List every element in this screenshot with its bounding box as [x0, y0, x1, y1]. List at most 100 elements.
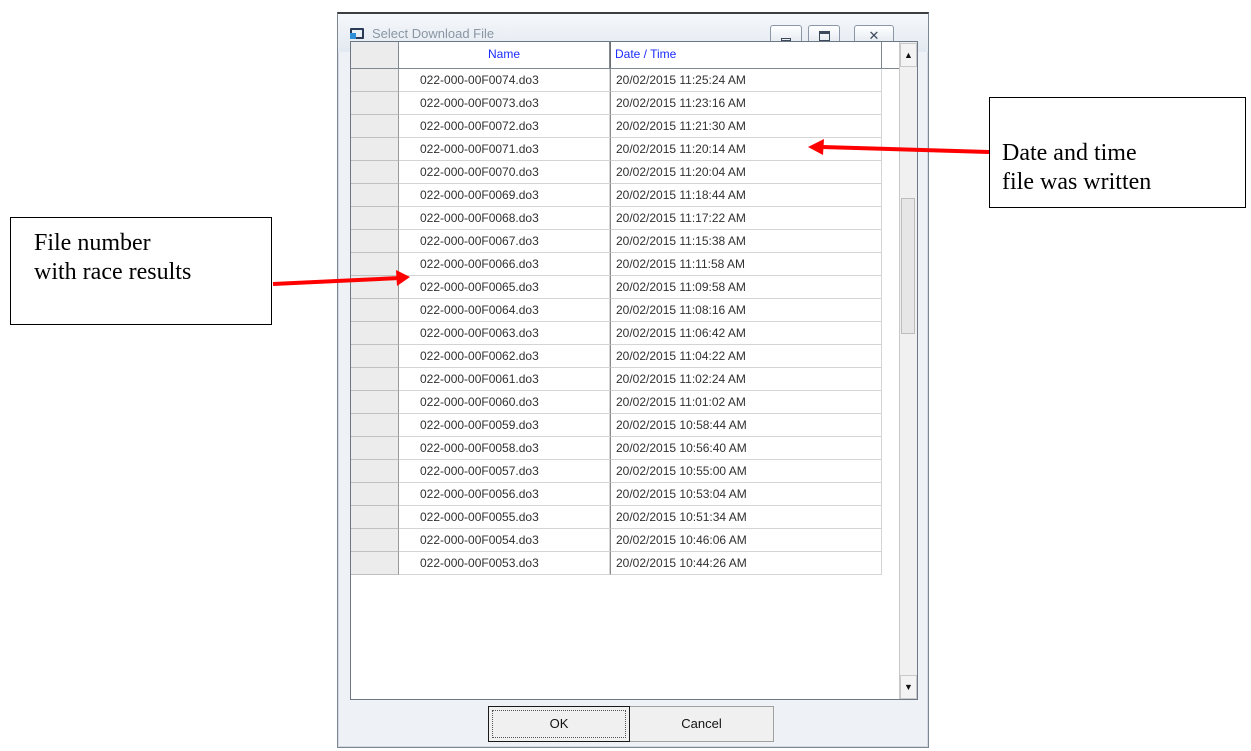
row-selector-cell[interactable]	[351, 299, 399, 322]
row-selector-cell[interactable]	[351, 276, 399, 299]
file-name-cell[interactable]: 022-000-00F0072.do3	[399, 115, 610, 138]
row-selector-cell[interactable]	[351, 552, 399, 575]
file-name-cell[interactable]: 022-000-00F0067.do3	[399, 230, 610, 253]
row-selector-cell[interactable]	[351, 230, 399, 253]
date-time-cell[interactable]: 20/02/2015 11:21:30 AM	[610, 115, 882, 138]
table-row[interactable]: 022-000-00F0070.do3 20/02/2015 11:20:04 A…	[351, 161, 882, 184]
table-row[interactable]: 022-000-00F0053.do3 20/02/2015 10:44:26 A…	[351, 552, 882, 575]
column-header-name[interactable]: Name	[399, 42, 610, 68]
file-name-cell[interactable]: 022-000-00F0058.do3	[399, 437, 610, 460]
file-name-cell[interactable]: 022-000-00F0062.do3	[399, 345, 610, 368]
date-time-cell[interactable]: 20/02/2015 11:06:42 AM	[610, 322, 882, 345]
scrollbar-thumb[interactable]	[901, 198, 915, 334]
date-time-cell[interactable]: 20/02/2015 11:09:58 AM	[610, 276, 882, 299]
file-name-cell[interactable]: 022-000-00F0074.do3	[399, 69, 610, 92]
row-selector-cell[interactable]	[351, 506, 399, 529]
date-time-cell[interactable]: 20/02/2015 11:02:24 AM	[610, 368, 882, 391]
file-name-cell[interactable]: 022-000-00F0063.do3	[399, 322, 610, 345]
file-name-cell[interactable]: 022-000-00F0065.do3	[399, 276, 610, 299]
date-time-cell[interactable]: 20/02/2015 11:11:58 AM	[610, 253, 882, 276]
row-selector-cell[interactable]	[351, 207, 399, 230]
table-row[interactable]: 022-000-00F0064.do3 20/02/2015 11:08:16 A…	[351, 299, 882, 322]
file-name-cell[interactable]: 022-000-00F0073.do3	[399, 92, 610, 115]
date-time-cell[interactable]: 20/02/2015 11:17:22 AM	[610, 207, 882, 230]
date-time-cell[interactable]: 20/02/2015 11:20:14 AM	[610, 138, 882, 161]
row-selector-cell[interactable]	[351, 414, 399, 437]
date-time-cell[interactable]: 20/02/2015 11:23:16 AM	[610, 92, 882, 115]
table-row[interactable]: 022-000-00F0067.do3 20/02/2015 11:15:38 A…	[351, 230, 882, 253]
date-time-cell[interactable]: 20/02/2015 11:04:22 AM	[610, 345, 882, 368]
file-grid[interactable]: Name Date / Time 022-000-00F0074.do3 20/0…	[350, 41, 918, 700]
file-name-cell[interactable]: 022-000-00F0068.do3	[399, 207, 610, 230]
table-row[interactable]: 022-000-00F0061.do3 20/02/2015 11:02:24 A…	[351, 368, 882, 391]
row-selector-cell[interactable]	[351, 92, 399, 115]
file-name-cell[interactable]: 022-000-00F0061.do3	[399, 368, 610, 391]
row-selector-cell[interactable]	[351, 437, 399, 460]
row-selector-cell[interactable]	[351, 253, 399, 276]
ok-button[interactable]: OK	[488, 706, 630, 742]
row-selector-cell[interactable]	[351, 161, 399, 184]
table-row[interactable]: 022-000-00F0055.do3 20/02/2015 10:51:34 A…	[351, 506, 882, 529]
cancel-button[interactable]: Cancel	[630, 706, 774, 742]
vertical-scrollbar[interactable]: ▲ ▼	[899, 42, 917, 699]
date-time-cell[interactable]: 20/02/2015 11:20:04 AM	[610, 161, 882, 184]
date-time-cell[interactable]: 20/02/2015 11:18:44 AM	[610, 184, 882, 207]
date-time-cell[interactable]: 20/02/2015 10:55:00 AM	[610, 460, 882, 483]
row-selector-cell[interactable]	[351, 184, 399, 207]
table-row[interactable]: 022-000-00F0060.do3 20/02/2015 11:01:02 A…	[351, 391, 882, 414]
date-time-cell[interactable]: 20/02/2015 10:46:06 AM	[610, 529, 882, 552]
file-name-cell[interactable]: 022-000-00F0053.do3	[399, 552, 610, 575]
file-name-cell[interactable]: 022-000-00F0064.do3	[399, 299, 610, 322]
table-row[interactable]: 022-000-00F0054.do3 20/02/2015 10:46:06 A…	[351, 529, 882, 552]
file-name-cell[interactable]: 022-000-00F0059.do3	[399, 414, 610, 437]
header-selector-cell[interactable]	[351, 42, 399, 68]
row-selector-cell[interactable]	[351, 322, 399, 345]
row-selector-cell[interactable]	[351, 69, 399, 92]
date-time-cell[interactable]: 20/02/2015 10:44:26 AM	[610, 552, 882, 575]
table-row[interactable]: 022-000-00F0062.do3 20/02/2015 11:04:22 A…	[351, 345, 882, 368]
date-time-cell[interactable]: 20/02/2015 10:51:34 AM	[610, 506, 882, 529]
column-header-date-time[interactable]: Date / Time	[610, 42, 882, 68]
row-selector-cell[interactable]	[351, 345, 399, 368]
table-row[interactable]: 022-000-00F0063.do3 20/02/2015 11:06:42 A…	[351, 322, 882, 345]
table-row[interactable]: 022-000-00F0072.do3 20/02/2015 11:21:30 A…	[351, 115, 882, 138]
date-time-cell[interactable]: 20/02/2015 11:15:38 AM	[610, 230, 882, 253]
file-name-cell[interactable]: 022-000-00F0069.do3	[399, 184, 610, 207]
row-selector-cell[interactable]	[351, 391, 399, 414]
date-time-cell[interactable]: 20/02/2015 10:58:44 AM	[610, 414, 882, 437]
table-row[interactable]: 022-000-00F0069.do3 20/02/2015 11:18:44 A…	[351, 184, 882, 207]
row-selector-cell[interactable]	[351, 115, 399, 138]
scroll-up-arrow-icon[interactable]: ▲	[900, 43, 917, 67]
file-name-cell[interactable]: 022-000-00F0070.do3	[399, 161, 610, 184]
table-row[interactable]: 022-000-00F0056.do3 20/02/2015 10:53:04 A…	[351, 483, 882, 506]
file-name-cell[interactable]: 022-000-00F0054.do3	[399, 529, 610, 552]
date-time-cell[interactable]: 20/02/2015 10:53:04 AM	[610, 483, 882, 506]
date-time-cell[interactable]: 20/02/2015 11:01:02 AM	[610, 391, 882, 414]
row-selector-cell[interactable]	[351, 529, 399, 552]
callout-file-number: File number with race results	[10, 217, 272, 325]
table-row[interactable]: 022-000-00F0073.do3 20/02/2015 11:23:16 A…	[351, 92, 882, 115]
file-name-cell[interactable]: 022-000-00F0071.do3	[399, 138, 610, 161]
table-row[interactable]: 022-000-00F0058.do3 20/02/2015 10:56:40 A…	[351, 437, 882, 460]
file-name-cell[interactable]: 022-000-00F0066.do3	[399, 253, 610, 276]
file-name-cell[interactable]: 022-000-00F0060.do3	[399, 391, 610, 414]
window-title: Select Download File	[372, 26, 495, 41]
table-row[interactable]: 022-000-00F0059.do3 20/02/2015 10:58:44 A…	[351, 414, 882, 437]
row-selector-cell[interactable]	[351, 368, 399, 391]
file-name-cell[interactable]: 022-000-00F0056.do3	[399, 483, 610, 506]
table-row[interactable]: 022-000-00F0074.do3 20/02/2015 11:25:24 A…	[351, 69, 882, 92]
table-row[interactable]: 022-000-00F0071.do3 20/02/2015 11:20:14 A…	[351, 138, 882, 161]
date-time-cell[interactable]: 20/02/2015 11:08:16 AM	[610, 299, 882, 322]
table-row[interactable]: 022-000-00F0065.do3 20/02/2015 11:09:58 A…	[351, 276, 882, 299]
file-name-cell[interactable]: 022-000-00F0055.do3	[399, 506, 610, 529]
date-time-cell[interactable]: 20/02/2015 11:25:24 AM	[610, 69, 882, 92]
scroll-down-arrow-icon[interactable]: ▼	[900, 675, 917, 699]
table-row[interactable]: 022-000-00F0066.do3 20/02/2015 11:11:58 A…	[351, 253, 882, 276]
date-time-cell[interactable]: 20/02/2015 10:56:40 AM	[610, 437, 882, 460]
table-row[interactable]: 022-000-00F0068.do3 20/02/2015 11:17:22 A…	[351, 207, 882, 230]
row-selector-cell[interactable]	[351, 483, 399, 506]
file-name-cell[interactable]: 022-000-00F0057.do3	[399, 460, 610, 483]
table-row[interactable]: 022-000-00F0057.do3 20/02/2015 10:55:00 A…	[351, 460, 882, 483]
row-selector-cell[interactable]	[351, 460, 399, 483]
row-selector-cell[interactable]	[351, 138, 399, 161]
